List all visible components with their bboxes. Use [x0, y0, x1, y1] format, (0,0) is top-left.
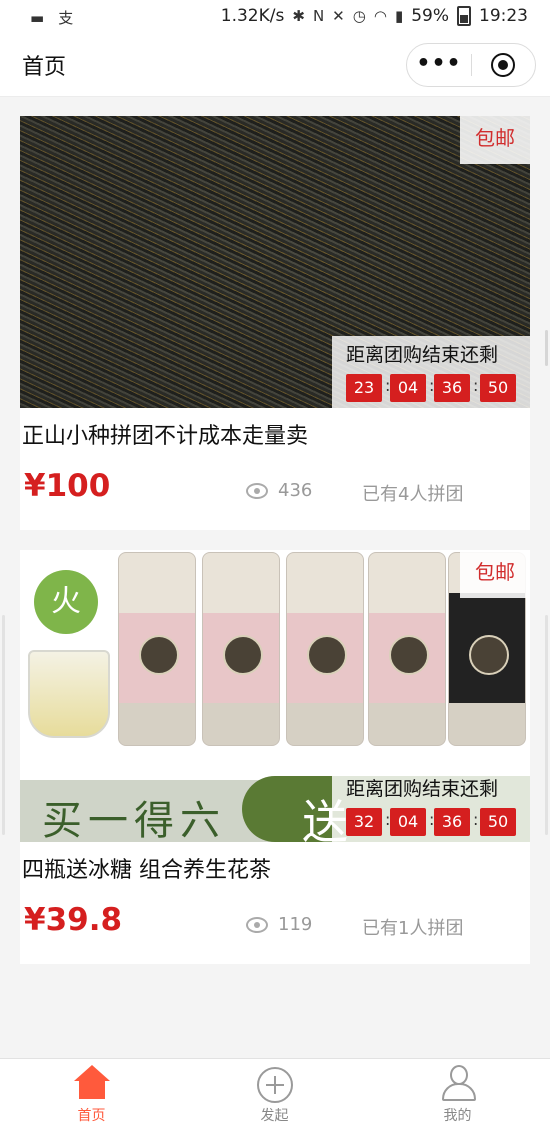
promo-badge: 火 [34, 570, 98, 634]
battery-icon [457, 6, 471, 26]
product-image[interactable]: 火 买一得六 送 包邮 距离团购结束还剩 32 : 04 : 36 : 50 [20, 550, 530, 842]
status-right: 1.32K/s ✱ N ✕ ◷ ◠ ▮ 59% 19:23 [221, 6, 528, 26]
eye-icon [246, 916, 268, 933]
tab-create[interactable]: 发起 [183, 1059, 366, 1131]
scroll-indicator [545, 330, 548, 366]
net-speed: 1.32K/s [220, 6, 285, 26]
nav-bar: 首页 ••• [0, 34, 550, 97]
countdown-title: 距离团购结束还剩 [346, 344, 499, 366]
mini-program-capsule: ••• [406, 43, 536, 87]
page-title: 首页 [22, 55, 67, 80]
tab-home[interactable]: 首页 [0, 1059, 183, 1131]
battery-percent: 59% [411, 6, 449, 26]
group-joined-count: 已有1人拼团 [362, 918, 464, 939]
countdown-seconds: 50 [480, 808, 516, 836]
more-dots-icon[interactable]: ••• [407, 44, 471, 86]
group-countdown: 距离团购结束还剩 32 : 04 : 36 : 50 [332, 770, 530, 842]
plus-circle-icon [257, 1067, 293, 1103]
tab-label: 首页 [77, 1108, 106, 1124]
countdown-hours: 04 [390, 374, 426, 402]
tab-label: 我的 [443, 1108, 472, 1124]
product-price: ¥39.8 [24, 902, 123, 938]
view-count-value: 119 [278, 914, 313, 935]
target-icon[interactable] [491, 53, 515, 77]
free-shipping-badge: 包邮 [460, 550, 530, 598]
countdown-title: 距离团购结束还剩 [346, 778, 499, 800]
bluetooth-icon: ✱ [292, 7, 305, 25]
view-count: 436 [246, 480, 312, 501]
product-title[interactable]: 四瓶送冰糖 组合养生花茶 [22, 852, 271, 884]
capsule-divider [471, 54, 472, 76]
message-icon: ▬ [30, 8, 45, 27]
countdown-separator: : [473, 376, 479, 395]
banner-text: 买一得六 [42, 798, 226, 842]
tea-jar [118, 552, 196, 746]
scroll-indicator [2, 615, 5, 835]
view-count-value: 436 [278, 480, 313, 501]
wifi-icon: ◠ [373, 7, 387, 25]
product-card[interactable]: 包邮 距离团购结束还剩 23 : 04 : 36 : 50 正山小种拼团不计成本… [20, 116, 530, 530]
countdown-days: 32 [346, 808, 382, 836]
user-icon [440, 1065, 476, 1101]
countdown-minutes: 36 [434, 808, 470, 836]
signal-icon: ▮ [394, 7, 404, 25]
home-icon [74, 1065, 110, 1099]
product-image[interactable]: 包邮 距离团购结束还剩 23 : 04 : 36 : 50 [20, 116, 530, 408]
tea-jar [368, 552, 446, 746]
product-price: ¥100 [24, 468, 111, 504]
clock: 19:23 [479, 6, 528, 26]
free-shipping-badge: 包邮 [460, 116, 530, 164]
scroll-indicator [545, 615, 548, 835]
group-joined-count: 已有4人拼团 [362, 484, 464, 505]
tab-mine[interactable]: 我的 [366, 1059, 549, 1131]
status-left: ▬ 支 [30, 7, 73, 28]
group-countdown: 距离团购结束还剩 23 : 04 : 36 : 50 [332, 336, 530, 408]
tea-jar [286, 552, 364, 746]
tab-bar: 首页 发起 我的 [0, 1058, 550, 1131]
product-card[interactable]: 火 买一得六 送 包邮 距离团购结束还剩 32 : 04 : 36 : 50 四… [20, 550, 530, 964]
alarm-icon: ◷ [352, 7, 366, 25]
tab-label: 发起 [260, 1108, 289, 1124]
countdown-separator: : [473, 810, 479, 829]
nfc-icon: N [312, 7, 325, 25]
countdown-seconds: 50 [480, 374, 516, 402]
countdown-days: 23 [346, 374, 382, 402]
product-title[interactable]: 正山小种拼团不计成本走量卖 [22, 418, 308, 450]
view-count: 119 [246, 914, 312, 935]
alipay-icon: 支 [58, 9, 74, 27]
eye-icon [246, 482, 268, 499]
status-bar: ▬ 支 1.32K/s ✱ N ✕ ◷ ◠ ▮ 59% 19:23 [0, 0, 550, 34]
tea-cup-graphic [28, 650, 110, 738]
tea-jar [202, 552, 280, 746]
countdown-hours: 04 [390, 808, 426, 836]
mute-icon: ✕ [332, 7, 345, 25]
countdown-minutes: 36 [434, 374, 470, 402]
